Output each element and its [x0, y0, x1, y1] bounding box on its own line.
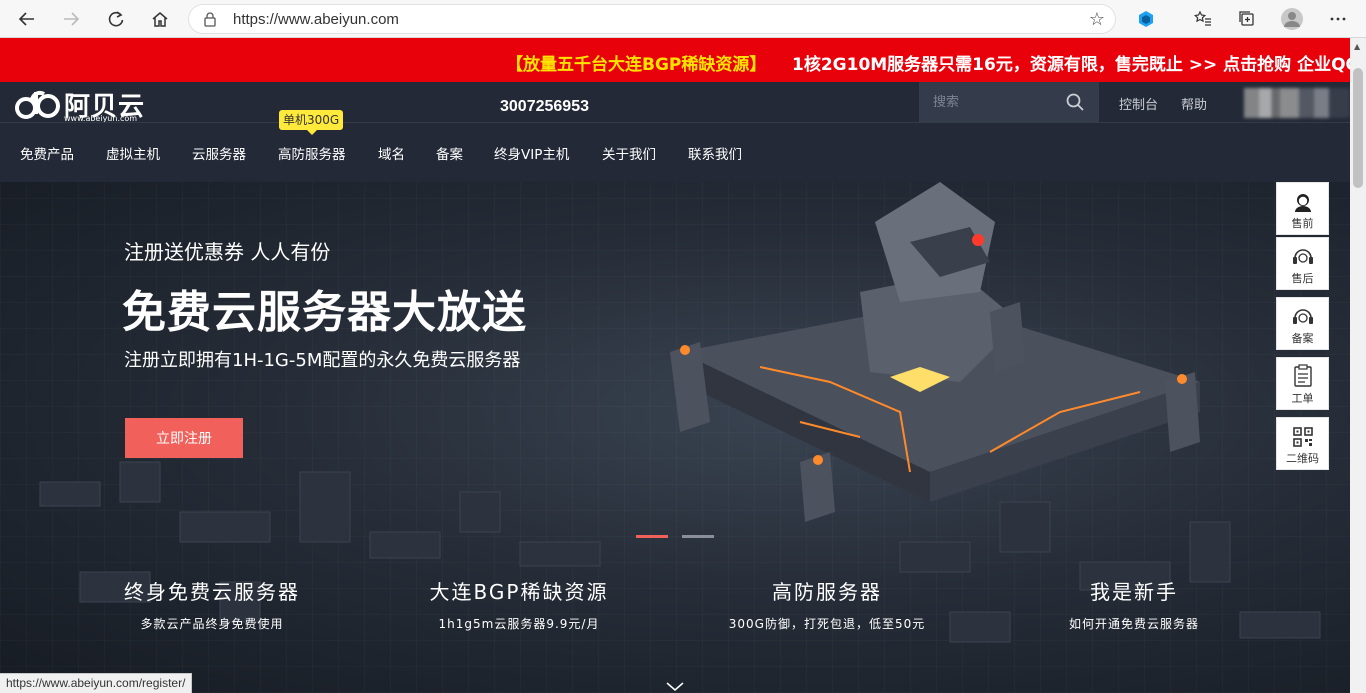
hero-description: 注册立即拥有1H-1G-5M配置的永久免费云服务器 — [124, 350, 521, 371]
feature-desc: 1h1g5m云服务器9.9元/月 — [438, 617, 600, 631]
user-account-blurred[interactable] — [1244, 88, 1350, 118]
nav-contact-us[interactable]: 联系我们 — [688, 143, 742, 163]
refresh-icon[interactable] — [103, 6, 129, 32]
nav-lifetime-vip[interactable]: 终身VIP主机 — [494, 143, 569, 163]
feature-item[interactable]: 大连BGP稀缺资源 1h1g5m云服务器9.9元/月 — [369, 576, 669, 632]
carousel-dot-2[interactable] — [682, 535, 714, 538]
nav-free-products[interactable]: 免费产品 — [20, 143, 74, 163]
nav-ddos-tag: 单机300G — [279, 110, 344, 135]
feature-title: 我是新手 — [1090, 580, 1178, 604]
browser-toolbar: https://www.abeiyun.com ☆ — [0, 0, 1366, 38]
profile-avatar-icon[interactable] — [1279, 6, 1305, 32]
search-icon[interactable] — [1065, 92, 1085, 112]
console-link[interactable]: 控制台 — [1119, 94, 1158, 113]
hero-title: 免费云服务器大放送 — [122, 287, 527, 338]
favorite-star-icon[interactable]: ☆ — [1089, 9, 1105, 30]
logo-cloud-icon — [15, 90, 60, 119]
tool-label: 售后 — [1291, 272, 1314, 285]
tool-presales[interactable]: 售前 — [1276, 182, 1329, 235]
feature-title: 大连BGP稀缺资源 — [429, 580, 609, 604]
carousel-dot-1[interactable] — [636, 535, 668, 538]
register-button[interactable]: 立即注册 — [125, 418, 243, 458]
headset-icon — [1292, 309, 1313, 324]
nav-icp-filing[interactable]: 备案 — [436, 143, 463, 163]
back-icon[interactable] — [14, 6, 40, 32]
qr-code-icon — [1292, 427, 1313, 447]
nav-about-us[interactable]: 关于我们 — [602, 143, 656, 163]
nav-cloud-server[interactable]: 云服务器 — [192, 143, 246, 163]
tool-filing[interactable]: 备案 — [1276, 297, 1329, 350]
search-input[interactable] — [933, 92, 1053, 112]
page-scrollbar[interactable]: ▲ — [1350, 38, 1366, 693]
favorites-list-icon[interactable] — [1190, 6, 1216, 32]
home-icon[interactable] — [147, 6, 173, 32]
nav-virtual-host[interactable]: 虚拟主机 — [106, 143, 160, 163]
promo-text[interactable]: 1核2G10M服务器只需16元，资源有限，售完既止 >> 点击抢购 企业QQ: — [792, 50, 1366, 75]
tool-qrcode[interactable]: 二维码 — [1276, 417, 1329, 470]
hero-subtitle: 注册送优惠券 人人有份 — [124, 240, 331, 264]
scroll-up-icon[interactable]: ▲ — [1354, 42, 1360, 51]
feature-item[interactable]: 终身免费云服务器 多款云产品终身免费使用 — [62, 576, 362, 632]
headset-icon — [1292, 249, 1313, 264]
clipboard-icon — [1293, 364, 1312, 387]
tool-aftersales[interactable]: 售后 — [1276, 237, 1329, 290]
feature-item[interactable]: 我是新手 如何开通免费云服务器 — [984, 576, 1284, 632]
address-bar[interactable]: https://www.abeiyun.com ☆ — [188, 4, 1116, 34]
feature-item[interactable]: 高防服务器 300G防御，打死包退，低至50元 — [677, 576, 977, 632]
site-header: 阿贝云 www.abeiyun.com 3007256953 控制台 帮助 免费… — [0, 82, 1350, 182]
url-text[interactable]: https://www.abeiyun.com — [233, 11, 399, 28]
help-link[interactable]: 帮助 — [1181, 94, 1207, 113]
contact-phone: 3007256953 — [500, 98, 589, 115]
feature-desc: 300G防御，打死包退，低至50元 — [728, 617, 926, 631]
header-divider — [0, 122, 1350, 123]
nav-ddos-server[interactable]: 高防服务器 — [278, 143, 346, 163]
hero-banner[interactable]: 注册送优惠券 人人有份 免费云服务器大放送 注册立即拥有1H-1G-5M配置的永… — [0, 182, 1350, 693]
tool-label: 备案 — [1291, 332, 1314, 345]
nav-domain[interactable]: 域名 — [378, 143, 405, 163]
status-bar-url: https://www.abeiyun.com/register/ — [0, 673, 193, 693]
feature-desc: 如何开通免费云服务器 — [1068, 617, 1199, 631]
scrollbar-thumb[interactable] — [1353, 68, 1363, 188]
forward-icon[interactable] — [58, 6, 84, 32]
tool-ticket[interactable]: 工单 — [1276, 357, 1329, 410]
collections-icon[interactable] — [1234, 6, 1260, 32]
tool-label: 售前 — [1291, 217, 1314, 230]
feature-title: 终身免费云服务器 — [124, 580, 300, 604]
site-logo[interactable]: 阿贝云 www.abeiyun.com — [14, 86, 154, 124]
tool-label: 工单 — [1291, 392, 1314, 405]
feature-desc: 多款云产品终身免费使用 — [140, 617, 284, 631]
more-menu-icon[interactable] — [1325, 6, 1351, 32]
site-search — [919, 82, 1099, 122]
lock-icon — [204, 12, 216, 27]
hero-robot-illustration — [670, 182, 1200, 522]
feature-title: 高防服务器 — [772, 580, 882, 604]
promo-highlight[interactable]: 【放量五千台大连BGP稀缺资源】 — [506, 50, 766, 75]
tool-label: 二维码 — [1286, 452, 1319, 465]
presales-agent-icon — [1294, 194, 1311, 212]
extension-icon[interactable] — [1133, 6, 1159, 32]
scroll-down-icon[interactable] — [666, 682, 684, 692]
promo-banner[interactable]: 【放量五千台大连BGP稀缺资源】 1核2G10M服务器只需16元，资源有限，售完… — [0, 38, 1366, 82]
